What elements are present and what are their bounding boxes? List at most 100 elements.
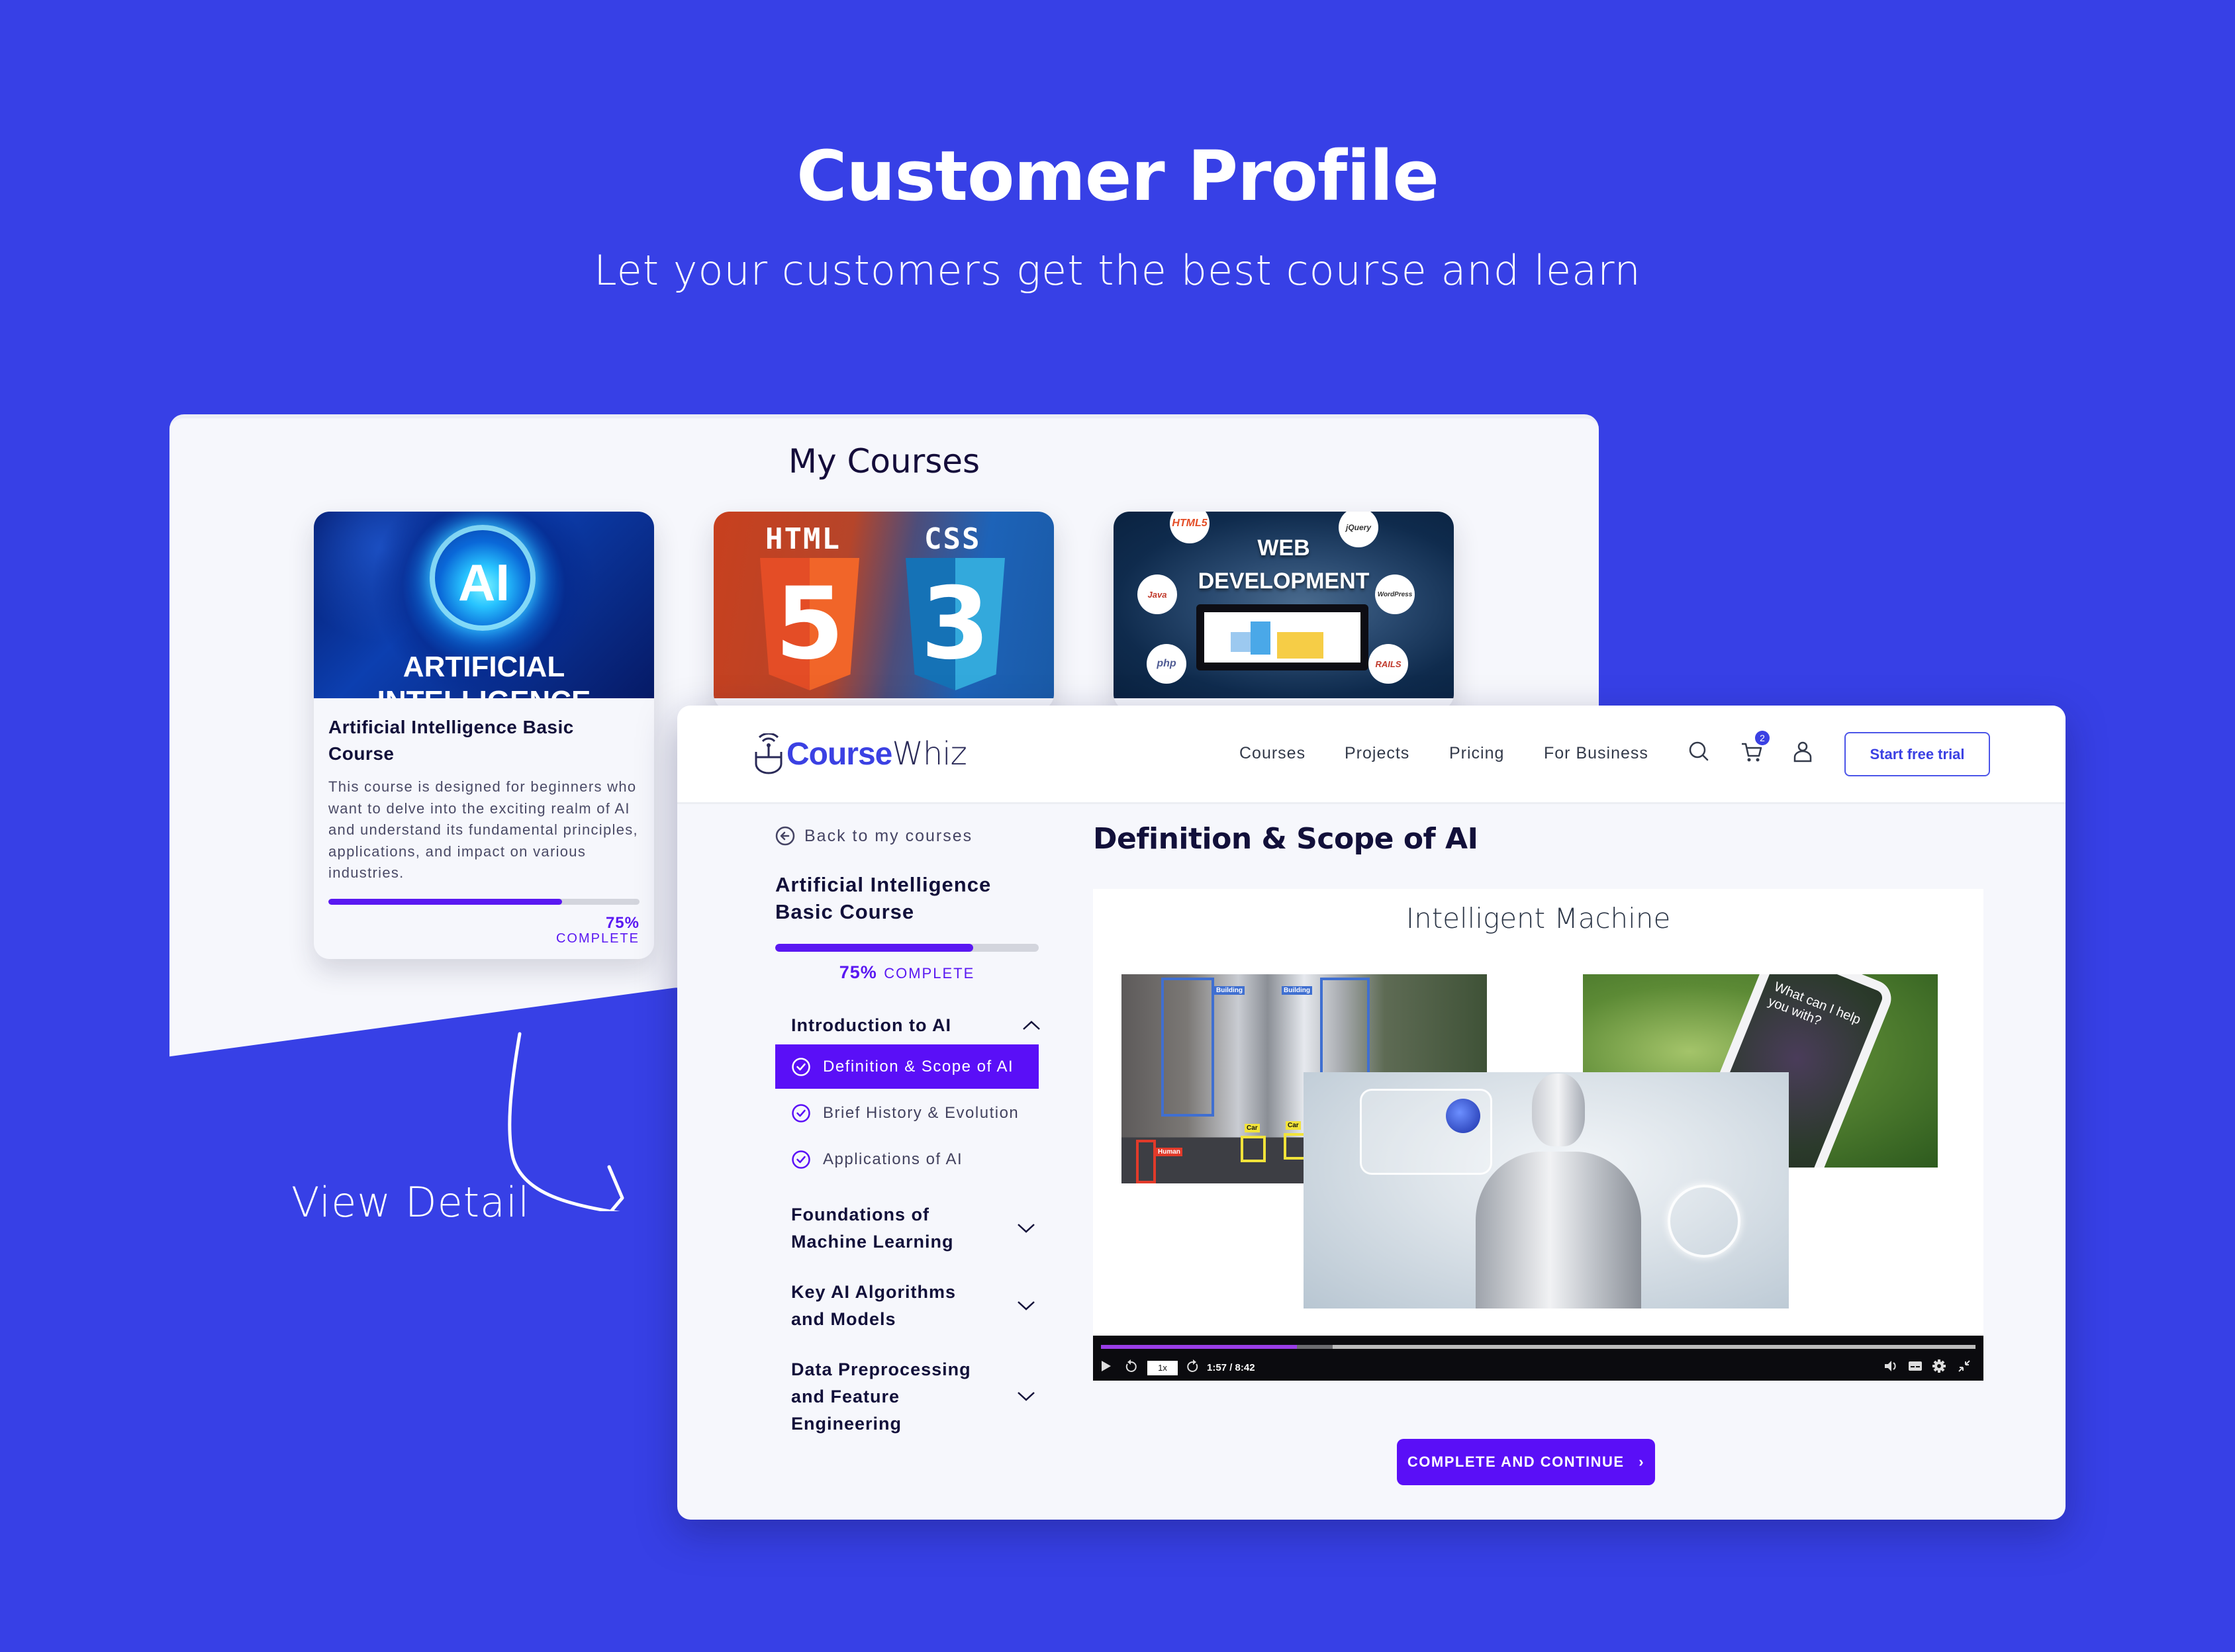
sidebar-progress-label: COMPLETE bbox=[884, 965, 975, 982]
bbox-label-car: Car bbox=[1245, 1124, 1260, 1132]
course-progress-label: COMPLETE bbox=[555, 931, 640, 946]
html5-shield-icon: 5 bbox=[760, 558, 859, 690]
section-data-preprocessing[interactable]: Data Preprocessing and Feature Engineeri… bbox=[791, 1356, 1035, 1438]
course-card-description: This course is designed for beginners wh… bbox=[328, 778, 638, 881]
chevron-down-icon bbox=[1018, 1224, 1035, 1233]
video-timecode: 1:57 / 8:42 bbox=[1207, 1362, 1255, 1373]
thumbnail-text-ai: AI bbox=[458, 553, 510, 612]
course-progress-bar bbox=[328, 898, 640, 905]
lesson-title: Definition & Scope of AI bbox=[823, 1057, 1014, 1076]
logo[interactable]: Course Whiz bbox=[753, 733, 967, 774]
thumbnail-label-html: HTML bbox=[765, 522, 841, 556]
section-key-ai-algorithms[interactable]: Key AI Algorithms and Models bbox=[791, 1279, 1035, 1333]
wordpress-badge-icon: WordPress bbox=[1375, 574, 1415, 614]
bbox-label-building: Building bbox=[1282, 986, 1312, 995]
check-circle-icon bbox=[792, 1150, 810, 1169]
rewind-icon[interactable] bbox=[1123, 1358, 1138, 1374]
my-courses-title: My Courses bbox=[788, 442, 980, 481]
lesson-item-brief-history[interactable]: Brief History & Evolution bbox=[775, 1091, 1039, 1135]
view-detail-label: View Detail bbox=[291, 1178, 530, 1226]
check-circle-icon bbox=[792, 1057, 810, 1076]
bbox-label-car: Car bbox=[1286, 1121, 1301, 1130]
bbox-label-building: Building bbox=[1214, 986, 1245, 995]
forward-icon[interactable] bbox=[1186, 1358, 1200, 1374]
php-badge-icon: php bbox=[1147, 644, 1186, 684]
thumbnail-label-css: CSS bbox=[924, 522, 981, 556]
section-title: Introduction to AI bbox=[791, 1015, 951, 1035]
course-progress-fill bbox=[328, 898, 562, 905]
nav-pricing[interactable]: Pricing bbox=[1449, 744, 1504, 763]
nav-for-business[interactable]: For Business bbox=[1544, 744, 1648, 763]
lesson-title: Applications of AI bbox=[823, 1150, 963, 1168]
course-progress-percent: 75% bbox=[605, 913, 640, 932]
bbox-label-human: Human bbox=[1156, 1148, 1182, 1156]
course-card-html-css[interactable]: HTML CSS 5 3 bbox=[714, 512, 1054, 710]
course-progress-readout: 75% COMPLETE bbox=[328, 915, 640, 946]
nav-projects[interactable]: Projects bbox=[1345, 744, 1409, 763]
logo-text-whiz: Whiz bbox=[892, 735, 967, 772]
java-badge-icon: Java bbox=[1137, 574, 1177, 614]
video-seek-bar[interactable] bbox=[1101, 1345, 1975, 1349]
top-navbar: Course Whiz Courses Projects Pricing For… bbox=[677, 706, 2066, 804]
section-title: Data Preprocessing and Feature Engineeri… bbox=[791, 1359, 971, 1434]
playback-speed-button[interactable]: 1x bbox=[1147, 1361, 1178, 1375]
course-detail-window: Course Whiz Courses Projects Pricing For… bbox=[677, 706, 2066, 1520]
back-to-my-courses-link[interactable]: Back to my courses bbox=[775, 826, 973, 846]
mouse-wifi-logo-icon bbox=[755, 733, 783, 774]
thumbnail-caption-2: INTELLIGENCE bbox=[314, 685, 654, 698]
monitor-illustration bbox=[1196, 604, 1368, 670]
back-link-label: Back to my courses bbox=[804, 826, 973, 845]
course-card-web-dev[interactable]: WEB DEVELOPMENT HTML5 jQuery Java WordPr… bbox=[1114, 512, 1454, 710]
globe-icon bbox=[1446, 1099, 1480, 1133]
cart-button[interactable]: 2 bbox=[1739, 731, 1770, 765]
lesson-heading: Definition & Scope of AI bbox=[1093, 822, 1478, 856]
sidebar-progress-fill bbox=[775, 944, 973, 952]
search-icon[interactable] bbox=[1686, 739, 1713, 765]
back-arrow-icon bbox=[775, 826, 795, 846]
course-thumbnail-html-css: HTML CSS 5 3 bbox=[714, 512, 1054, 698]
chevron-down-icon bbox=[1018, 1301, 1035, 1310]
captions-icon[interactable] bbox=[1907, 1358, 1923, 1374]
sidebar-progress-bar bbox=[775, 944, 1039, 952]
course-thumbnail-web-dev: WEB DEVELOPMENT HTML5 jQuery Java WordPr… bbox=[1114, 512, 1454, 698]
section-title: Foundations of Machine Learning bbox=[791, 1205, 954, 1252]
course-card-title: Artificial Intelligence Basic Course bbox=[328, 717, 574, 764]
chevron-right-icon: › bbox=[1639, 1453, 1645, 1470]
check-circle-icon bbox=[792, 1103, 810, 1123]
nav-courses[interactable]: Courses bbox=[1239, 744, 1306, 763]
complete-and-continue-button[interactable]: COMPLETE AND CONTINUE › bbox=[1397, 1439, 1655, 1485]
section-title: Key AI Algorithms and Models bbox=[791, 1282, 957, 1329]
video-played bbox=[1101, 1345, 1297, 1349]
rails-badge-icon: RAILS bbox=[1368, 644, 1408, 684]
play-icon[interactable] bbox=[1100, 1358, 1113, 1374]
lesson-item-applications[interactable]: Applications of AI bbox=[775, 1137, 1039, 1181]
settings-gear-icon[interactable] bbox=[1931, 1358, 1947, 1374]
sidebar-course-title: Artificial Intelligence Basic Course bbox=[775, 873, 992, 923]
cart-count-badge: 2 bbox=[1755, 731, 1770, 745]
user-icon[interactable] bbox=[1789, 739, 1816, 765]
thumbnail-caption: ARTIFICIAL bbox=[403, 651, 565, 683]
sidebar-progress-readout: 75% COMPLETE bbox=[775, 962, 1039, 983]
volume-icon[interactable] bbox=[1883, 1358, 1899, 1374]
course-thumbnail-ai: AI ARTIFICIAL INTELLIGENCE bbox=[314, 512, 654, 698]
section-foundations-ml[interactable]: Foundations of Machine Learning bbox=[791, 1201, 1035, 1256]
video-player[interactable]: Intelligent Machine Building Building Ca… bbox=[1093, 889, 1983, 1381]
sidebar-progress-percent: 75% bbox=[839, 962, 877, 982]
continue-label: COMPLETE AND CONTINUE bbox=[1407, 1453, 1625, 1470]
lesson-title: Brief History & Evolution bbox=[823, 1103, 1020, 1122]
video-slide-heading: Intelligent Machine bbox=[1405, 902, 1671, 935]
chevron-down-icon bbox=[1018, 1392, 1035, 1401]
logo-text-course: Course bbox=[786, 736, 892, 772]
humanoid-robot-image bbox=[1304, 1072, 1789, 1308]
course-card-ai[interactable]: AI ARTIFICIAL INTELLIGENCE Artificial In… bbox=[314, 512, 654, 959]
chevron-up-icon bbox=[1023, 1021, 1040, 1030]
thumbnail-text-web: WEB bbox=[1257, 535, 1310, 561]
exit-fullscreen-icon[interactable] bbox=[1956, 1358, 1972, 1374]
start-free-trial-button[interactable]: Start free trial bbox=[1844, 732, 1990, 776]
hero-subtitle: Let your customers get the best course a… bbox=[594, 246, 1641, 295]
video-controls: 1x 1:57 / 8:42 bbox=[1093, 1336, 1983, 1381]
lesson-item-definition-scope[interactable]: Definition & Scope of AI bbox=[775, 1044, 1039, 1089]
section-introduction-to-ai[interactable]: Introduction to AI bbox=[791, 1012, 1040, 1039]
css3-shield-icon: 3 bbox=[906, 558, 1005, 690]
hero-title: Customer Profile bbox=[796, 136, 1439, 216]
